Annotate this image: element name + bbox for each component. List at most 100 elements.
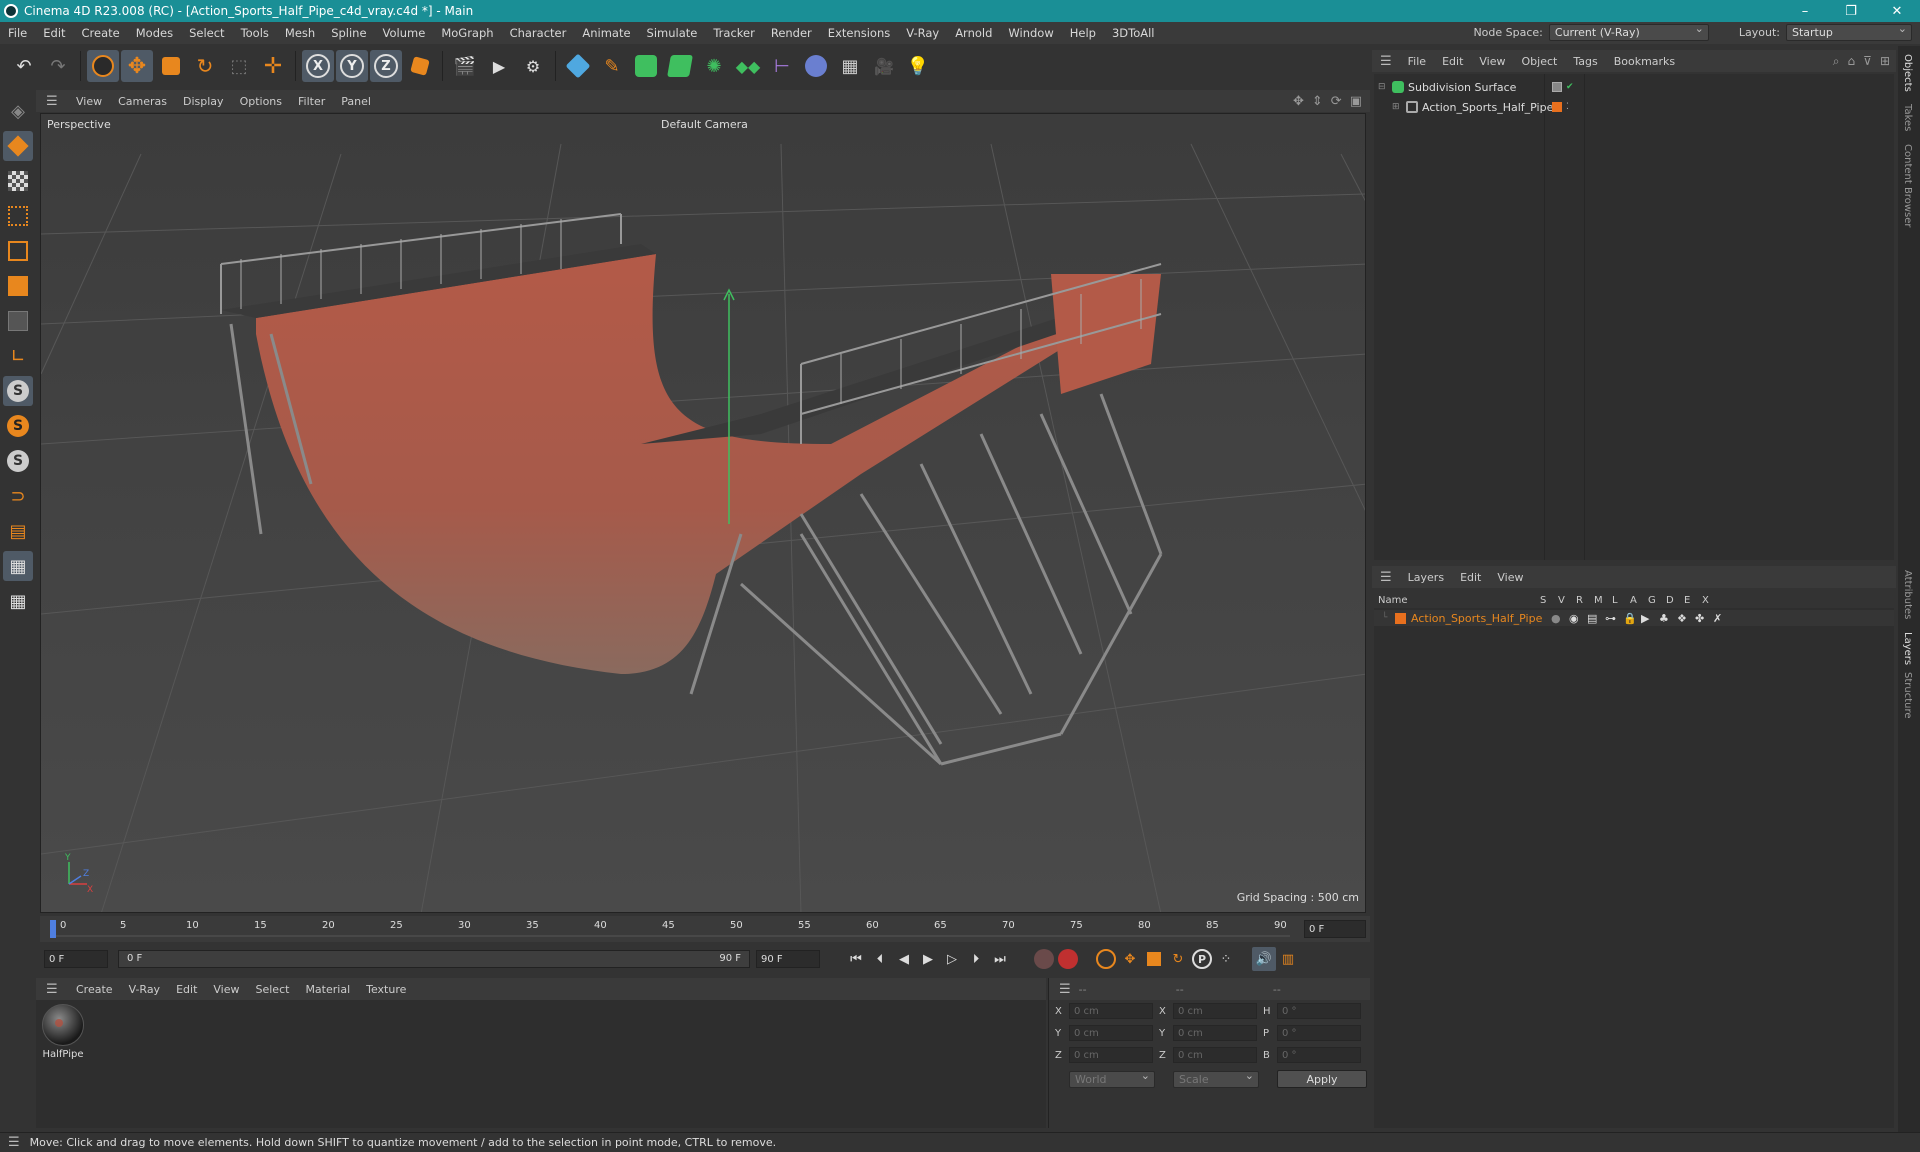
key-position-button[interactable]: ✥ xyxy=(1118,947,1142,971)
object-menu-file[interactable]: File xyxy=(1400,55,1434,68)
viewport-hamburger-icon[interactable]: ☰ xyxy=(46,94,60,109)
magnet-button[interactable]: ⊃ xyxy=(3,481,33,511)
viewport-menu-cameras[interactable]: Cameras xyxy=(110,95,175,108)
menu-mesh[interactable]: Mesh xyxy=(277,26,323,40)
sound-button[interactable]: 🔊 xyxy=(1252,947,1276,971)
menu-simulate[interactable]: Simulate xyxy=(639,26,706,40)
texture-mode-button[interactable] xyxy=(3,166,33,196)
tab-attributes[interactable]: Attributes xyxy=(1902,570,1913,619)
material-menu-material[interactable]: Material xyxy=(297,983,358,996)
menu-arnold[interactable]: Arnold xyxy=(947,26,1000,40)
workplane-button[interactable]: ∟ xyxy=(3,341,33,371)
deformer-button[interactable]: ◆◆ xyxy=(732,50,764,82)
viewport-menu-panel[interactable]: Panel xyxy=(333,95,379,108)
select-tool[interactable]: ⬚ xyxy=(223,50,255,82)
search-icon[interactable]: ⌕ xyxy=(1833,54,1840,69)
rotate-tool[interactable]: ↻ xyxy=(189,50,221,82)
size-y-field[interactable]: 0 cm xyxy=(1173,1025,1257,1041)
expand-icon[interactable]: ⊟ xyxy=(1378,82,1388,92)
maximize-view-icon[interactable]: ▣ xyxy=(1350,94,1362,109)
uv-mode-button[interactable] xyxy=(3,306,33,336)
redo-button[interactable]: ↷ xyxy=(42,50,74,82)
lock-icon[interactable]: 🔒 xyxy=(1623,612,1641,625)
model-mode-button[interactable] xyxy=(3,131,33,161)
menu-tracker[interactable]: Tracker xyxy=(705,26,763,40)
layer-name[interactable]: Action_Sports_Half_Pipe xyxy=(1411,612,1551,625)
edit-toggle-icon[interactable] xyxy=(1552,82,1562,92)
polygons-mode-button[interactable] xyxy=(3,271,33,301)
next-key-button[interactable]: ⏵ xyxy=(964,947,988,971)
lock-workplane-button[interactable]: ▦ xyxy=(3,586,33,616)
y-axis-lock[interactable]: Y xyxy=(336,50,368,82)
menu-mograph[interactable]: MoGraph xyxy=(433,26,501,40)
new-window-icon[interactable]: ⊞ xyxy=(1880,54,1890,69)
object-row[interactable]: ⊞ Action_Sports_Half_Pipe ⁚ xyxy=(1374,98,1894,116)
visibility-dots-icon[interactable]: ⁚ xyxy=(1566,102,1569,112)
tab-content-browser[interactable]: Content Browser xyxy=(1902,144,1913,227)
position-y-field[interactable]: 0 cm xyxy=(1069,1025,1153,1041)
undo-button[interactable]: ↶ xyxy=(8,50,40,82)
material-menu-vray[interactable]: V-Ray xyxy=(121,983,169,996)
timeline-ruler[interactable]: 0 5 10 15 20 25 30 35 40 45 50 55 60 65 … xyxy=(40,916,1370,942)
object-menu-view[interactable]: View xyxy=(1471,55,1513,68)
move-tool[interactable]: ✥ xyxy=(121,50,153,82)
floor-button[interactable]: ▦ xyxy=(834,50,866,82)
menu-select[interactable]: Select xyxy=(181,26,232,40)
menu-spline[interactable]: Spline xyxy=(323,26,374,40)
transform-tool[interactable]: ✛ xyxy=(257,50,289,82)
key-scale-button[interactable] xyxy=(1142,947,1166,971)
object-hamburger-icon[interactable]: ☰ xyxy=(1380,54,1392,69)
material-menu-edit[interactable]: Edit xyxy=(168,983,205,996)
layout-dropdown[interactable]: Startup xyxy=(1786,22,1912,41)
layer-color-swatch[interactable] xyxy=(1395,612,1406,624)
layers-menu-edit[interactable]: Edit xyxy=(1452,571,1489,584)
layers-menu-layers[interactable]: Layers xyxy=(1400,571,1452,584)
coordinate-system-dropdown[interactable]: World xyxy=(1069,1069,1155,1088)
edges-mode-button[interactable] xyxy=(3,236,33,266)
live-selection-tool[interactable] xyxy=(87,50,119,82)
size-x-field[interactable]: 0 cm xyxy=(1173,1003,1257,1019)
rotation-p-field[interactable]: 0 ° xyxy=(1277,1025,1361,1041)
z-axis-lock[interactable]: Z xyxy=(370,50,402,82)
menu-animate[interactable]: Animate xyxy=(574,26,638,40)
material-menu-select[interactable]: Select xyxy=(248,983,298,996)
layer-row[interactable]: └ Action_Sports_Half_Pipe ● ◉ ▤ ⊶ 🔒 ▶ ♣ … xyxy=(1374,610,1894,626)
menu-help[interactable]: Help xyxy=(1062,26,1104,40)
cube-object-button[interactable] xyxy=(562,50,594,82)
auto-key-button[interactable] xyxy=(1056,947,1080,971)
menu-3dtoall[interactable]: 3DToAll xyxy=(1104,26,1163,40)
coordinates-hamburger-icon[interactable]: ☰ xyxy=(1059,982,1071,997)
tab-structure[interactable]: Structure xyxy=(1902,672,1913,719)
render-settings-button[interactable]: ⚙ xyxy=(517,50,549,82)
material-menu-view[interactable]: View xyxy=(205,983,247,996)
layer-color-icon[interactable] xyxy=(1552,102,1562,112)
size-z-field[interactable]: 0 cm xyxy=(1173,1047,1257,1063)
workplane-grid-button[interactable]: ▤ xyxy=(3,516,33,546)
dolly-view-icon[interactable]: ⇕ xyxy=(1312,94,1323,109)
xref-icon[interactable]: ✗ xyxy=(1713,612,1731,625)
node-space-dropdown[interactable]: Current (V-Ray) xyxy=(1548,22,1709,41)
menu-vray[interactable]: V-Ray xyxy=(898,26,947,40)
object-menu-edit[interactable]: Edit xyxy=(1434,55,1471,68)
menu-edit[interactable]: Edit xyxy=(35,26,73,40)
layers-hamburger-icon[interactable]: ☰ xyxy=(1380,570,1392,585)
orbit-view-icon[interactable]: ⟳ xyxy=(1331,94,1342,109)
key-rotation-button[interactable]: ↻ xyxy=(1166,947,1190,971)
start-frame-field[interactable]: 0 F xyxy=(44,950,108,968)
view-eye-icon[interactable]: ◉ xyxy=(1569,612,1587,625)
viewport-camera-name[interactable]: Default Camera xyxy=(661,118,748,131)
apply-button[interactable]: Apply xyxy=(1277,1070,1367,1088)
keyframe-selection-button[interactable] xyxy=(1094,947,1118,971)
rotation-b-field[interactable]: 0 ° xyxy=(1277,1047,1361,1063)
menu-extensions[interactable]: Extensions xyxy=(820,26,898,40)
current-frame-field[interactable]: 0 F xyxy=(1304,920,1366,938)
menu-file[interactable]: File xyxy=(0,26,35,40)
tab-layers[interactable]: Layers xyxy=(1902,632,1913,665)
x-axis-lock[interactable]: X xyxy=(302,50,334,82)
field-button[interactable] xyxy=(800,50,832,82)
snap-button[interactable]: S xyxy=(3,376,33,406)
previous-frame-button[interactable]: ◀ xyxy=(892,947,916,971)
home-icon[interactable]: ⌂ xyxy=(1848,54,1856,69)
close-button[interactable]: ✕ xyxy=(1874,0,1920,22)
coordinate-system-button[interactable] xyxy=(404,50,436,82)
